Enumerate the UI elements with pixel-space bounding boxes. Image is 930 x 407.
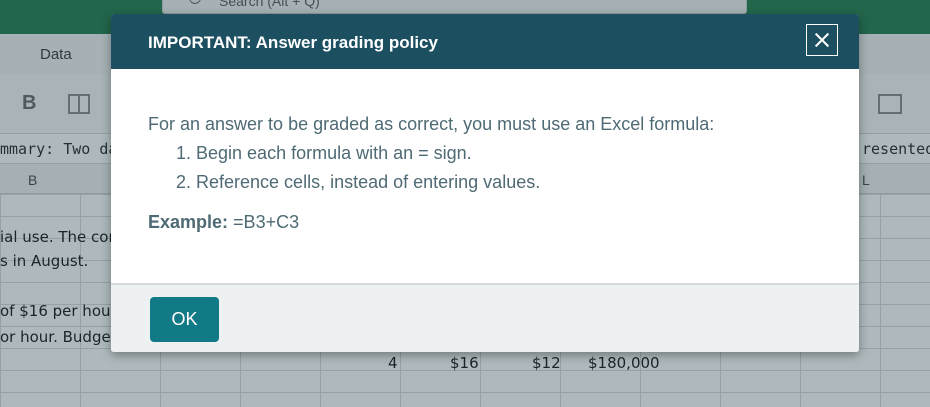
ok-button[interactable]: OK: [150, 297, 219, 342]
example-formula: =B3+C3: [228, 212, 300, 232]
dialog-body: For an answer to be graded as correct, y…: [148, 110, 838, 237]
dialog-footer: OK: [111, 283, 859, 352]
dialog-title: IMPORTANT: Answer grading policy: [148, 33, 438, 52]
policy-step: 2. Reference cells, instead of entering …: [176, 172, 541, 192]
close-button[interactable]: [806, 24, 838, 56]
policy-steps: 1. Begin each formula with an = sign. 2.…: [176, 139, 838, 197]
dialog-header: IMPORTANT: Answer grading policy: [111, 14, 859, 69]
policy-step: 1. Begin each formula with an = sign.: [176, 143, 472, 163]
grading-policy-dialog: IMPORTANT: Answer grading policy For an …: [111, 14, 859, 352]
policy-intro: For an answer to be graded as correct, y…: [148, 114, 715, 134]
example-line: Example: =B3+C3: [148, 208, 838, 237]
example-label: Example:: [148, 212, 229, 232]
